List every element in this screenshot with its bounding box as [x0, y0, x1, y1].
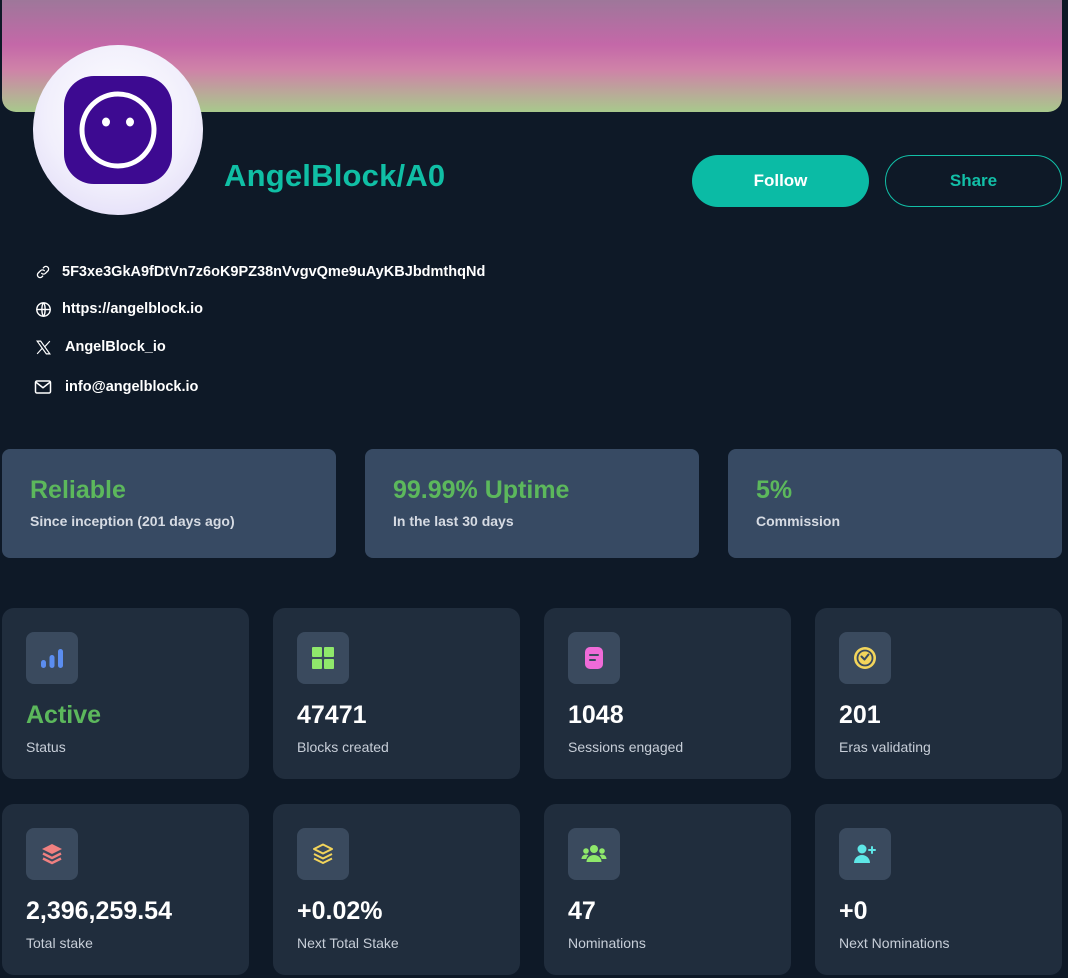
user-plus-icon	[839, 828, 891, 880]
stat-value: 47	[568, 897, 596, 925]
users-icon	[568, 828, 620, 880]
stat-label: Next Nominations	[839, 935, 950, 951]
website-link: https://angelblock.io	[62, 301, 203, 317]
highlight-label: Commission	[756, 513, 841, 529]
stat-card-sessions: 1048 Sessions engaged	[544, 608, 791, 779]
stat-card-eras: 201 Eras validating	[815, 608, 1062, 779]
globe-icon	[34, 300, 52, 318]
layers-icon	[26, 828, 78, 880]
grid-blocks-icon	[297, 632, 349, 684]
share-button[interactable]: Share	[885, 155, 1062, 207]
stat-value: +0	[839, 897, 868, 925]
stat-card-blocks: 47471 Blocks created	[273, 608, 520, 779]
commission-card: 5% Commission	[728, 449, 1062, 558]
profile-name: AngelBlock/A0	[224, 158, 446, 193]
info-row-address[interactable]: 5F3xe3GkA9fDtVn7z6oK9PZ38nVvgvQme9uAyKBJ…	[34, 263, 485, 281]
link-icon	[34, 263, 52, 281]
info-row-email[interactable]: info@angelblock.io	[34, 378, 198, 396]
highlight-label: Since inception (201 days ago)	[30, 513, 235, 529]
validator-profile-page: AngelBlock/A0 Follow Share 5F3xe3GkA9fDt…	[0, 0, 1068, 978]
stat-card-next-total-stake: +0.02% Next Total Stake	[273, 804, 520, 975]
follow-button[interactable]: Follow	[692, 155, 869, 207]
info-row-twitter[interactable]: AngelBlock_io	[34, 338, 166, 356]
x-twitter-icon	[34, 338, 52, 356]
highlight-value: 99.99% Uptime	[393, 476, 570, 504]
stat-value: 2,396,259.54	[26, 897, 172, 925]
twitter-handle: AngelBlock_io	[65, 339, 166, 355]
validator-address: 5F3xe3GkA9fDtVn7z6oK9PZ38nVvgvQme9uAyKBJ…	[62, 264, 486, 280]
stat-label: Nominations	[568, 935, 646, 951]
reliability-card: Reliable Since inception (201 days ago)	[2, 449, 336, 558]
stat-label: Sessions engaged	[568, 739, 684, 755]
highlight-value: 5%	[756, 476, 793, 504]
stat-value: +0.02%	[297, 897, 383, 925]
stat-card-status: Active Status	[2, 608, 249, 779]
stat-value: 201	[839, 701, 881, 729]
info-row-website[interactable]: https://angelblock.io	[34, 300, 203, 318]
stat-label: Blocks created	[297, 739, 389, 755]
mail-icon	[34, 378, 52, 396]
document-icon	[568, 632, 620, 684]
smiley-logo-icon	[64, 76, 172, 184]
highlight-value: Reliable	[30, 476, 126, 504]
stat-label: Eras validating	[839, 739, 931, 755]
stat-value: Active	[26, 701, 102, 729]
stat-value: 1048	[568, 701, 624, 729]
stat-card-next-nominations: +0 Next Nominations	[815, 804, 1062, 975]
layers-outline-icon	[297, 828, 349, 880]
stat-label: Next Total Stake	[297, 935, 399, 951]
stat-label: Status	[26, 739, 66, 755]
highlight-label: In the last 30 days	[393, 513, 514, 529]
avatar	[33, 45, 203, 215]
stat-value: 47471	[297, 701, 367, 729]
email-link: info@angelblock.io	[65, 379, 199, 395]
stat-card-total-stake: 2,396,259.54 Total stake	[2, 804, 249, 975]
stat-card-nominations: 47 Nominations	[544, 804, 791, 975]
clock-icon	[839, 632, 891, 684]
bar-chart-icon	[26, 632, 78, 684]
uptime-card: 99.99% Uptime In the last 30 days	[365, 449, 699, 558]
stat-label: Total stake	[26, 935, 93, 951]
